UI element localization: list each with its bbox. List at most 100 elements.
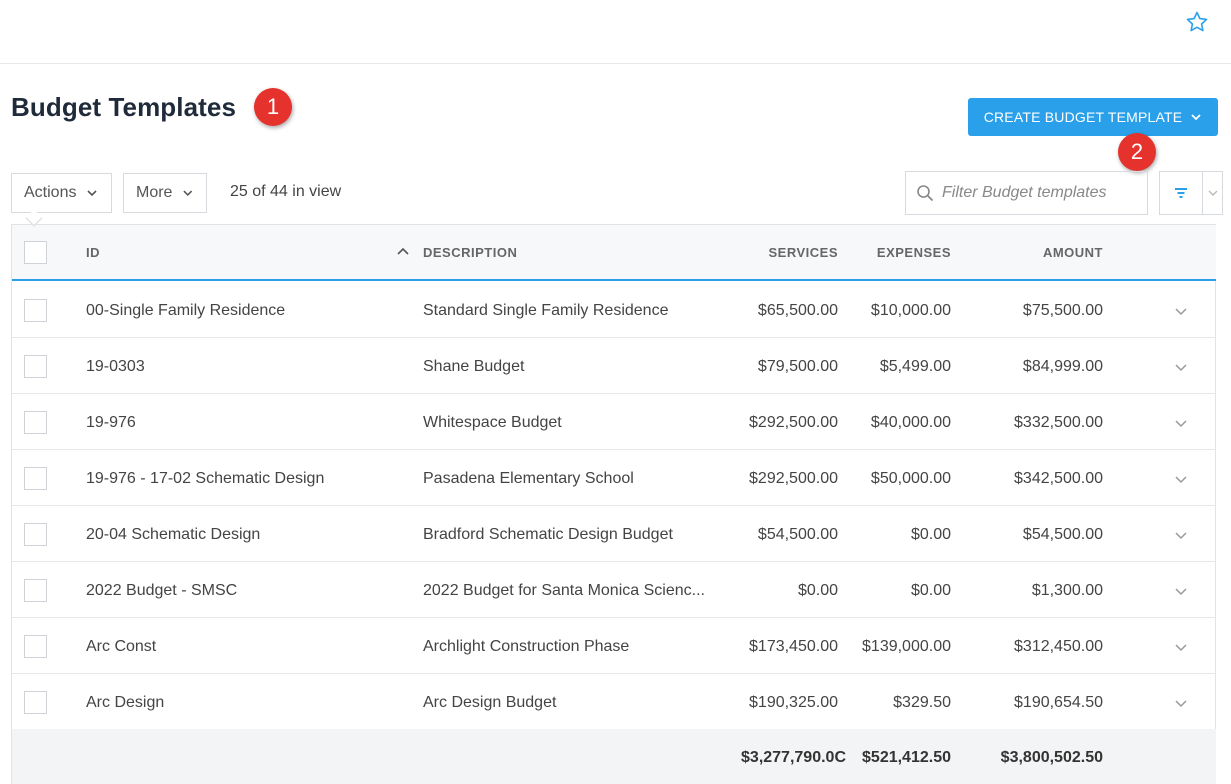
cell-services: $0.00: [797, 582, 838, 599]
table-row[interactable]: 19-0303 Shane Budget $79,500.00 $5,499.00 $8…: [12, 338, 1216, 394]
filter-icon: [1175, 188, 1187, 198]
cell-description: Standard Single Family Residence: [423, 302, 669, 319]
more-label: More: [136, 184, 173, 201]
column-header-id[interactable]: ID: [86, 245, 100, 260]
cell-amount: $54,500.00: [1022, 526, 1103, 543]
row-checkbox[interactable]: [24, 691, 47, 714]
total-amount: $3,800,502.50: [1000, 749, 1103, 766]
in-view-count: 25 of 44 in view: [230, 183, 342, 200]
cell-description: 2022 Budget for Santa Monica Scienc...: [423, 582, 705, 599]
row-checkbox[interactable]: [24, 299, 47, 322]
row-checkbox[interactable]: [24, 635, 47, 658]
cell-expenses: $0.00: [910, 582, 951, 599]
table-row[interactable]: 20-04 Schematic Design Bradford Schematic…: [12, 506, 1216, 562]
column-header-amount[interactable]: AMOUNT: [1003, 245, 1103, 260]
cell-expenses: $10,000.00: [870, 302, 951, 319]
row-checkbox[interactable]: [24, 467, 47, 490]
cell-amount: $332,500.00: [1014, 414, 1103, 431]
total-expenses: $521,412.50: [862, 749, 951, 766]
cell-description: Archlight Construction Phase: [423, 638, 630, 655]
top-bar: [0, 0, 1231, 64]
cell-id[interactable]: 19-0303: [86, 358, 145, 376]
filter-search: [905, 171, 1148, 215]
cell-services: $292,500.00: [749, 470, 838, 487]
expand-row-chevron-icon[interactable]: [1174, 641, 1188, 653]
row-checkbox[interactable]: [24, 523, 47, 546]
cell-services: $292,500.00: [749, 414, 838, 431]
filter-input[interactable]: [942, 184, 1132, 202]
search-icon: [917, 185, 934, 202]
actions-label: Actions: [24, 184, 77, 201]
row-checkbox[interactable]: [24, 355, 47, 378]
star-icon[interactable]: [1185, 10, 1209, 34]
expand-row-chevron-icon[interactable]: [1174, 585, 1188, 597]
cell-amount: $84,999.00: [1022, 358, 1103, 375]
cell-amount: $75,500.00: [1022, 302, 1103, 319]
table-row[interactable]: 2022 Budget - SMSC 2022 Budget for Santa …: [12, 562, 1216, 618]
chevron-down-icon: [1191, 114, 1201, 121]
annotation-marker-2: 2: [1118, 133, 1156, 171]
cell-amount: $342,500.00: [1014, 470, 1103, 487]
table-row[interactable]: 19-976 - 17-02 Schematic Design Pasadena …: [12, 450, 1216, 506]
chevron-down-icon: [1208, 190, 1217, 196]
more-dropdown[interactable]: More: [123, 173, 207, 213]
column-header-description[interactable]: DESCRIPTION: [423, 245, 517, 260]
cell-expenses: $139,000.00: [862, 638, 951, 655]
row-checkbox[interactable]: [24, 579, 47, 602]
filter-main[interactable]: [1160, 172, 1203, 214]
cell-id[interactable]: 19-976 - 17-02 Schematic Design: [86, 470, 324, 488]
cell-description: Pasadena Elementary School: [423, 470, 634, 487]
chevron-down-icon: [87, 190, 98, 197]
chevron-down-icon: [183, 190, 193, 197]
cell-services: $54,500.00: [757, 526, 838, 543]
cell-expenses: $5,499.00: [879, 358, 951, 375]
annotation-marker-1: 1: [254, 88, 292, 126]
cell-services: $190,325.00: [749, 694, 838, 711]
table-row[interactable]: Arc Const Archlight Construction Phase $17…: [12, 618, 1216, 674]
column-header-expenses[interactable]: EXPENSES: [851, 245, 951, 260]
cell-id[interactable]: 19-976: [86, 414, 136, 432]
table-header: ID DESCRIPTION SERVICES EXPENSES AMOUNT: [12, 225, 1216, 281]
sort-ascending-icon[interactable]: [396, 245, 410, 257]
page-title: Budget Templates: [11, 92, 237, 122]
budget-templates-table: ID DESCRIPTION SERVICES EXPENSES AMOUNT …: [11, 224, 1216, 784]
column-header-services[interactable]: SERVICES: [738, 245, 838, 260]
row-checkbox[interactable]: [24, 411, 47, 434]
table-row[interactable]: Arc Design Arc Design Budget $190,325.00 $3…: [12, 674, 1216, 730]
cell-description: Arc Design Budget: [423, 694, 557, 711]
cell-services: $173,450.00: [749, 638, 838, 655]
cell-id[interactable]: Arc Design: [86, 694, 164, 712]
expand-row-chevron-icon[interactable]: [1174, 529, 1188, 541]
cell-description: Whitespace Budget: [423, 414, 562, 431]
cell-expenses: $40,000.00: [870, 414, 951, 431]
cell-amount: $190,654.50: [1014, 694, 1103, 711]
expand-row-chevron-icon[interactable]: [1174, 697, 1188, 709]
total-services: $3,277,790.0C: [741, 749, 846, 766]
cell-expenses: $50,000.00: [870, 470, 951, 487]
cell-amount: $312,450.00: [1014, 638, 1103, 655]
cell-id[interactable]: 2022 Budget - SMSC: [86, 582, 237, 600]
expand-row-chevron-icon[interactable]: [1174, 361, 1188, 373]
cell-amount: $1,300.00: [1031, 582, 1103, 599]
select-all-checkbox[interactable]: [24, 241, 47, 264]
cell-id[interactable]: 20-04 Schematic Design: [86, 526, 260, 544]
cell-description: Bradford Schematic Design Budget: [423, 526, 673, 543]
cell-services: $79,500.00: [757, 358, 838, 375]
totals-row: $3,277,790.0C $521,412.50 $3,800,502.50: [12, 729, 1216, 784]
expand-row-chevron-icon[interactable]: [1174, 473, 1188, 485]
actions-dropdown[interactable]: Actions: [11, 173, 112, 213]
cell-services: $65,500.00: [757, 302, 838, 319]
expand-row-chevron-icon[interactable]: [1174, 417, 1188, 429]
cell-expenses: $0.00: [910, 526, 951, 543]
cell-id[interactable]: 00-Single Family Residence: [86, 302, 285, 320]
cell-expenses: $329.50: [893, 694, 951, 711]
create-button-label: CREATE BUDGET TEMPLATE: [983, 109, 1183, 125]
filter-options-toggle[interactable]: [1203, 172, 1222, 214]
filter-button[interactable]: [1159, 171, 1223, 215]
cell-description: Shane Budget: [423, 358, 525, 375]
cell-id[interactable]: Arc Const: [86, 638, 156, 656]
expand-row-chevron-icon[interactable]: [1174, 305, 1188, 317]
create-budget-template-button[interactable]: CREATE BUDGET TEMPLATE: [968, 98, 1218, 136]
table-row[interactable]: 00-Single Family Residence Standard Singl…: [12, 282, 1216, 338]
table-row[interactable]: 19-976 Whitespace Budget $292,500.00 $40,00…: [12, 394, 1216, 450]
